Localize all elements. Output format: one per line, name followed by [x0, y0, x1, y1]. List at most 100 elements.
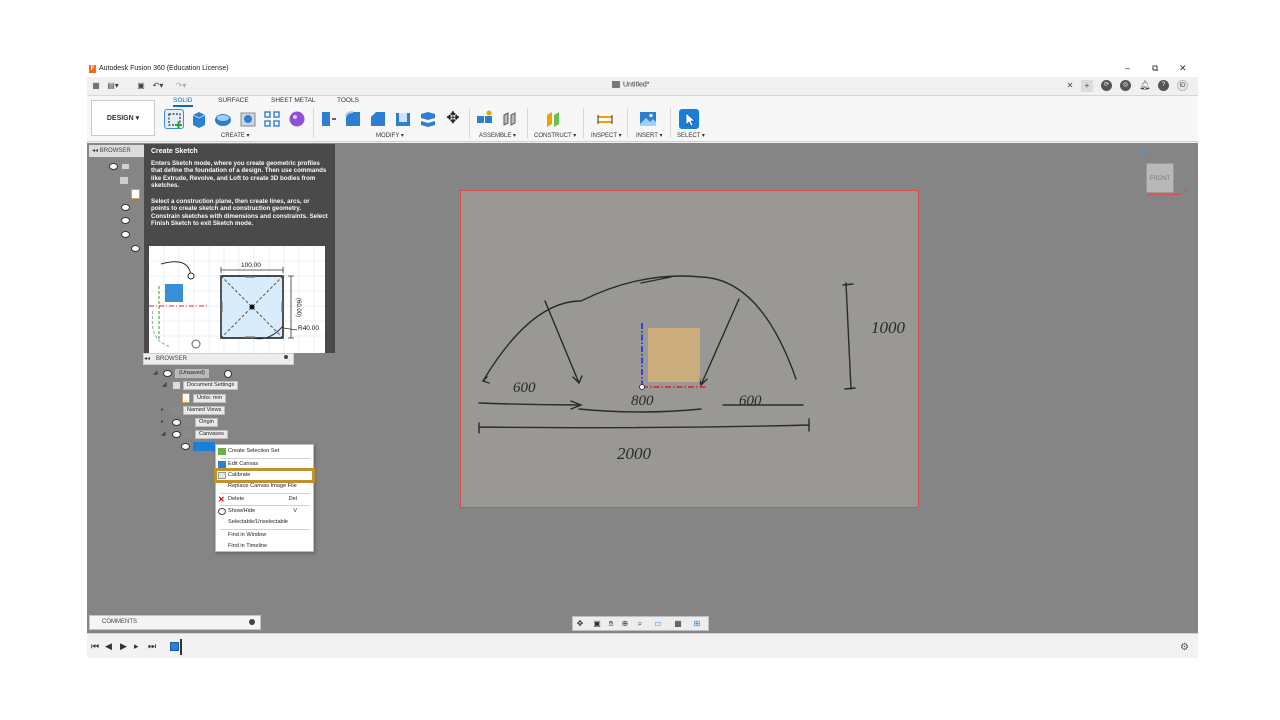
menu-calibrate[interactable]: Calibrate	[214, 468, 315, 483]
timeline-canvas-feature-icon[interactable]	[170, 642, 179, 651]
selected-canvas-node[interactable]	[193, 442, 215, 451]
named-views-node[interactable]: Named Views	[183, 406, 226, 415]
new-component-button[interactable]	[475, 109, 495, 129]
display-settings-icon[interactable]: ▭	[653, 619, 663, 629]
browser-panel[interactable]: BROWSER	[143, 353, 294, 365]
construct-group-menu[interactable]: CONSTRUCT ▾	[534, 132, 576, 139]
menu-create-selection-set[interactable]: Create Selection Set	[216, 446, 313, 457]
job-status-icon[interactable]: ⟳	[1101, 80, 1112, 91]
shell-button[interactable]	[393, 109, 413, 129]
root-component-node[interactable]: (Unsaved)	[175, 369, 209, 378]
units-node[interactable]: Units: mm	[193, 394, 227, 403]
move-copy-button[interactable]: ✥	[443, 109, 463, 129]
chamfer-button[interactable]	[368, 109, 388, 129]
extensions-icon[interactable]: ◎	[1120, 80, 1131, 91]
canvas-viewport[interactable]: 600 800 600 2000 1000 Z FRONT X ◂◂ BROWS…	[87, 143, 1198, 633]
expand-origin-icon[interactable]: ▸	[161, 418, 164, 425]
zoom-icon[interactable]: ⊕	[620, 619, 630, 629]
redo-icon[interactable]: ↷▾	[175, 80, 187, 92]
restore-button[interactable]: ⧉	[1152, 63, 1158, 74]
select-group-menu[interactable]: SELECT ▾	[677, 132, 705, 139]
workspace-switcher-button[interactable]: DESIGN ▾	[91, 100, 155, 136]
activate-radio-icon[interactable]	[224, 370, 232, 378]
menu-find-in-window[interactable]: Find in Window	[216, 530, 313, 541]
step-back-icon[interactable]: ◀︎	[105, 641, 112, 652]
data-panel-grid-icon[interactable]: ▦	[90, 80, 102, 92]
inspect-group-menu[interactable]: INSPECT ▾	[591, 132, 622, 139]
new-tab-icon[interactable]: +	[1081, 80, 1093, 92]
visibility-eye-icon[interactable]	[121, 231, 130, 238]
split-body-button[interactable]	[418, 109, 438, 129]
close-button[interactable]: ✕	[1179, 63, 1187, 74]
visibility-eye-icon[interactable]	[163, 370, 172, 377]
grid-settings-icon[interactable]: ▦	[673, 619, 683, 629]
menu-delete[interactable]: ✕ Delete Del	[216, 494, 313, 505]
modify-group-menu[interactable]: MODIFY ▾	[376, 132, 404, 139]
create-revolve-button[interactable]	[213, 109, 233, 129]
visibility-eye-icon[interactable]	[172, 419, 181, 426]
timeline-marker[interactable]	[180, 639, 182, 655]
visibility-eye-icon[interactable]	[181, 443, 190, 450]
joint-button[interactable]	[500, 109, 520, 129]
fillet-button[interactable]	[343, 109, 363, 129]
canvas-image[interactable]: 600 800 600 2000 1000	[460, 190, 919, 508]
comments-panel[interactable]: COMMENTS	[89, 615, 261, 630]
pan-hand-icon[interactable]: ✋︎	[606, 619, 616, 629]
measure-button[interactable]	[595, 109, 615, 129]
menu-edit-canvas[interactable]: Edit Canvas	[216, 459, 313, 470]
look-at-icon[interactable]: ▣	[592, 619, 602, 629]
browser-panel-header[interactable]: ◂◂ BROWSER	[89, 145, 147, 157]
tab-solid[interactable]: SOLID	[173, 97, 193, 107]
orbit-icon[interactable]: ✥	[575, 619, 585, 629]
create-hole-button[interactable]	[238, 109, 258, 129]
create-extrude-button[interactable]	[188, 109, 208, 129]
visibility-eye-icon[interactable]	[121, 204, 130, 211]
viewports-icon[interactable]: ⊞	[692, 619, 702, 629]
minimize-button[interactable]: –	[1125, 63, 1130, 73]
menu-selectable-unselectable[interactable]: Selectable/Unselectable	[216, 517, 313, 528]
undo-icon[interactable]: ↶▾	[152, 80, 164, 92]
tab-surface[interactable]: SURFACE	[218, 97, 249, 104]
file-menu-icon[interactable]: ▤▾	[107, 80, 119, 92]
visibility-eye-icon[interactable]	[172, 431, 181, 438]
tab-sheet-metal[interactable]: SHEET METAL	[271, 97, 316, 104]
select-button[interactable]	[679, 109, 699, 129]
visibility-eye-icon[interactable]	[109, 163, 118, 170]
play-icon[interactable]: ▶︎	[120, 641, 127, 652]
expand-root-icon[interactable]: ◢	[153, 369, 158, 376]
document-tab[interactable]: Untitled*	[612, 81, 649, 88]
visibility-eye-icon[interactable]	[121, 217, 130, 224]
create-form-button[interactable]	[287, 109, 307, 129]
help-icon[interactable]: ?	[1158, 80, 1169, 91]
menu-replace-canvas-image[interactable]: Replace Canvas Image File	[216, 481, 313, 492]
view-cube[interactable]: FRONT	[1146, 163, 1174, 193]
create-group-menu[interactable]: CREATE ▾	[221, 132, 250, 139]
close-tab-icon[interactable]: ✕	[1064, 80, 1076, 92]
comments-add-icon[interactable]	[249, 619, 255, 625]
browser-pin-icon[interactable]	[284, 355, 288, 359]
insert-group-menu[interactable]: INSERT ▾	[636, 132, 662, 139]
menu-show-hide[interactable]: Show/Hide V	[216, 506, 313, 517]
user-avatar[interactable]: ID	[1177, 80, 1188, 91]
go-to-end-icon[interactable]: ⏭︎	[148, 641, 156, 652]
expand-canvases-icon[interactable]: ◢	[161, 430, 166, 437]
document-settings-node[interactable]: Document Settings	[183, 381, 239, 390]
tab-tools[interactable]: TOOLS	[337, 97, 359, 104]
menu-find-in-timeline[interactable]: Find in Timeline	[216, 541, 313, 552]
create-pattern-button[interactable]	[262, 109, 282, 129]
go-to-start-icon[interactable]: ⏮︎	[91, 641, 99, 652]
press-pull-button[interactable]	[318, 109, 338, 129]
fit-icon[interactable]: ⌕	[635, 619, 645, 629]
notifications-bell-icon[interactable]: 🔔︎	[1139, 80, 1150, 91]
expand-named-views-icon[interactable]: ▸	[161, 406, 164, 413]
create-sketch-button[interactable]	[164, 109, 184, 129]
visibility-eye-icon[interactable]	[131, 245, 140, 252]
step-forward-icon[interactable]: ▸	[134, 641, 139, 652]
origin-node[interactable]: Origin	[195, 418, 218, 427]
browser-collapse-icon[interactable]: ◂◂	[144, 355, 150, 362]
offset-plane-button[interactable]	[543, 109, 563, 129]
expand-settings-icon[interactable]: ◢	[162, 381, 167, 388]
timeline-settings-gear-icon[interactable]: ⚙︎	[1180, 642, 1189, 653]
insert-canvas-button[interactable]	[638, 109, 658, 129]
save-icon[interactable]: ▣	[135, 80, 147, 92]
